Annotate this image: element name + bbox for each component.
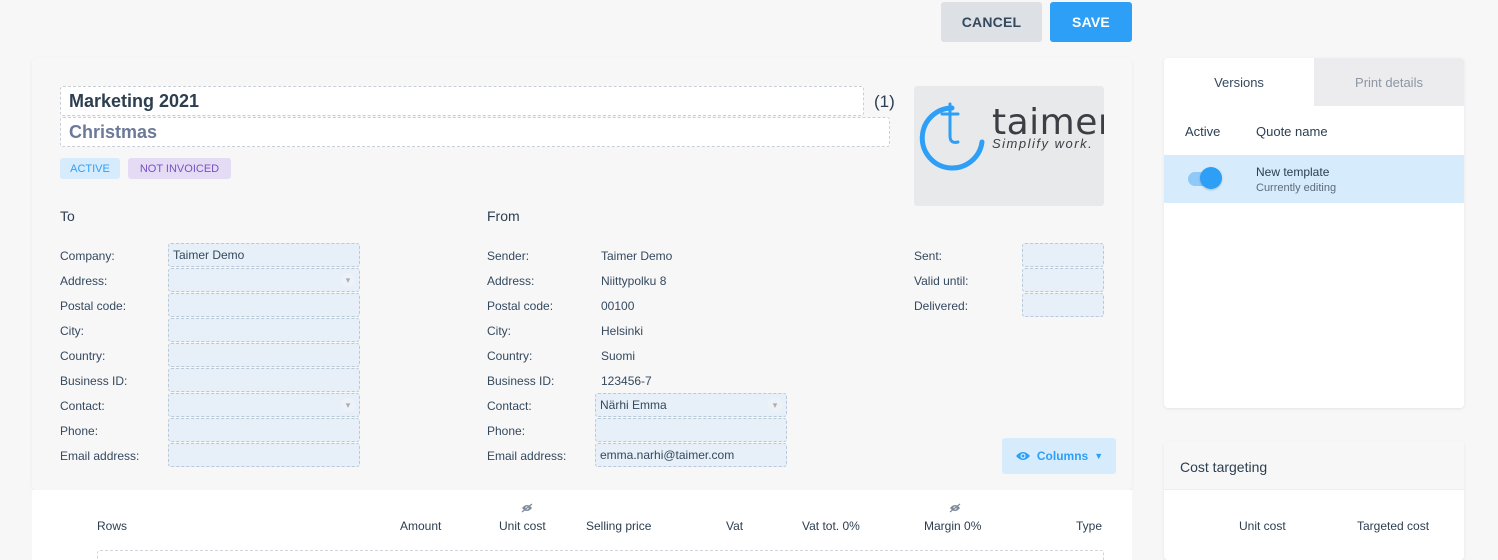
logo-tagline: Simplify work. — [992, 136, 1094, 151]
eye-off-icon[interactable] — [521, 503, 533, 513]
col-header-vat-total: Vat tot. 0% — [802, 519, 860, 533]
to-company-field[interactable]: Taimer Demo — [168, 243, 360, 267]
rows-table-row — [97, 550, 1104, 560]
from-contact-select[interactable]: Närhi Emma ▾ — [595, 393, 787, 417]
quote-title-input[interactable]: Marketing 2021 — [60, 86, 864, 116]
cost-header-unit-cost: Unit cost — [1239, 519, 1286, 533]
version-row[interactable]: New template Currently editing — [1164, 155, 1464, 203]
col-header-amount: Amount — [400, 519, 442, 533]
cancel-button[interactable]: CANCEL — [941, 2, 1042, 42]
to-address-label: Address: — [60, 274, 108, 288]
caret-down-icon: ▼ — [1094, 451, 1104, 461]
tab-versions[interactable]: Versions — [1164, 58, 1314, 106]
col-header-type: Type — [1076, 519, 1103, 533]
save-button[interactable]: SAVE — [1050, 2, 1132, 42]
cost-targeting-panel: Cost targeting Unit cost Targeted cost — [1164, 442, 1464, 560]
versions-panel: Versions Print details Active Quote name… — [1164, 58, 1464, 408]
to-company-label: Company: — [60, 249, 115, 263]
sent-label: Sent: — [914, 249, 943, 263]
to-business-id-label: Business ID: — [60, 374, 128, 388]
columns-button-label: Columns — [1036, 449, 1089, 463]
eye-icon — [1015, 452, 1030, 460]
col-header-vat: Vat — [726, 519, 744, 533]
version-status: Currently editing — [1256, 182, 1337, 194]
chevron-down-icon: ▾ — [341, 273, 355, 287]
company-logo: taimer Simplify work. — [914, 86, 1104, 206]
valid-until-label: Valid until: — [914, 274, 969, 288]
from-country-label: Country: — [487, 349, 533, 363]
to-business-id-field[interactable] — [168, 368, 360, 392]
chevron-down-icon: ▾ — [768, 398, 782, 412]
columns-button[interactable]: Columns ▼ — [1002, 438, 1116, 474]
to-country-label: Country: — [60, 349, 106, 363]
to-heading: To — [60, 208, 75, 224]
versions-header-quote-name: Quote name — [1256, 124, 1328, 139]
from-contact-label: Contact: — [487, 399, 532, 413]
delivered-date-field[interactable] — [1022, 293, 1104, 317]
col-header-margin: Margin 0% — [924, 519, 982, 533]
from-business-id-label: Business ID: — [487, 374, 555, 388]
quote-count: (1) — [874, 92, 895, 111]
from-heading: From — [487, 208, 520, 224]
to-phone-label: Phone: — [60, 424, 99, 438]
from-phone-field[interactable] — [595, 418, 787, 442]
active-toggle-knob[interactable] — [1200, 167, 1222, 189]
valid-until-date-field[interactable] — [1022, 268, 1104, 292]
to-phone-field[interactable] — [168, 418, 360, 442]
to-country-field[interactable] — [168, 343, 360, 367]
to-email-label: Email address: — [60, 449, 140, 463]
to-city-field[interactable] — [168, 318, 360, 342]
from-postal-value: 00100 — [601, 299, 635, 313]
cost-targeting-title: Cost targeting — [1180, 459, 1268, 475]
from-email-field[interactable]: emma.narhi@taimer.com — [595, 443, 787, 467]
eye-off-icon[interactable] — [949, 503, 961, 513]
from-phone-label: Phone: — [487, 424, 526, 438]
tab-print-details[interactable]: Print details — [1314, 58, 1464, 106]
from-business-id-value: 123456-7 — [601, 374, 652, 388]
from-postal-label: Postal code: — [487, 299, 554, 313]
from-address-value: Niittypolku 8 — [601, 274, 667, 288]
to-email-field[interactable] — [168, 443, 360, 467]
sent-date-field[interactable] — [1022, 243, 1104, 267]
version-name: New template — [1256, 165, 1330, 179]
cost-targeting-header: Cost targeting — [1164, 442, 1464, 490]
delivered-label: Delivered: — [914, 299, 969, 313]
from-sender-label: Sender: — [487, 249, 530, 263]
from-country-value: Suomi — [601, 349, 636, 363]
status-badge-active: ACTIVE — [60, 158, 120, 179]
from-email-label: Email address: — [487, 449, 567, 463]
to-address-select[interactable]: ▾ — [168, 268, 360, 292]
from-sender-value: Taimer Demo — [601, 249, 673, 263]
col-header-selling-price: Selling price — [586, 519, 652, 533]
to-contact-select[interactable]: ▾ — [168, 393, 360, 417]
col-header-unit-cost: Unit cost — [499, 519, 546, 533]
to-postal-label: Postal code: — [60, 299, 127, 313]
quote-subtitle-input[interactable]: Christmas — [60, 117, 890, 147]
to-contact-label: Contact: — [60, 399, 105, 413]
cost-header-targeted-cost: Targeted cost — [1357, 519, 1430, 533]
from-city-value: Helsinki — [601, 324, 644, 338]
status-badge-not-invoiced: NOT INVOICED — [128, 158, 231, 179]
to-city-label: City: — [60, 324, 84, 338]
from-address-label: Address: — [487, 274, 535, 288]
chevron-down-icon: ▾ — [341, 398, 355, 412]
col-header-rows: Rows — [97, 519, 128, 533]
from-contact-value: Närhi Emma — [600, 398, 667, 412]
to-postal-field[interactable] — [168, 293, 360, 317]
versions-header-active: Active — [1185, 124, 1221, 139]
from-city-label: City: — [487, 324, 511, 338]
